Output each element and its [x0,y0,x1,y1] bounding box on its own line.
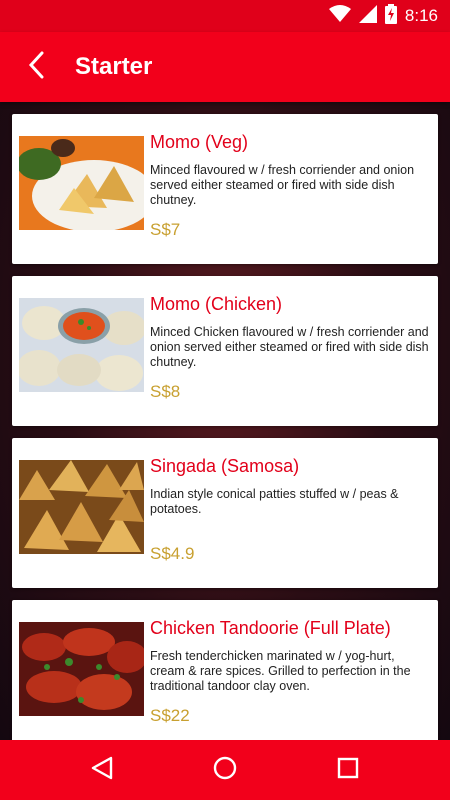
status-bar: 8:16 [0,0,450,32]
page-title: Starter [75,53,153,80]
status-time: 8:16 [404,6,438,25]
menu-item-card[interactable]: Momo (Veg) Minced flavoured w / fresh co… [12,114,438,264]
menu-list[interactable]: Momo (Veg) Minced flavoured w / fresh co… [0,102,450,740]
item-title: Singada (Samosa) [150,456,300,476]
momo-veg-image [19,136,144,230]
item-description: Indian style conical patties stuffed w /… [150,487,399,516]
item-title: Momo (Veg) [150,132,249,152]
item-description: Minced flavoured w / fresh corriender an… [150,163,415,207]
menu-item-card[interactable]: Singada (Samosa) Indian style conical pa… [12,438,438,588]
triangle-back-icon [91,756,113,785]
square-recents-icon [337,757,359,784]
battery-charging-icon [384,3,397,29]
item-description: Minced Chicken flavoured w / fresh corri… [150,325,429,369]
samosa-image [19,460,144,554]
chicken-tandoorie-image [19,622,144,716]
item-description: Fresh tenderchicken marinated w / yog-hu… [150,649,411,693]
back-button[interactable] [0,32,72,102]
status-icons: 8:16 [328,3,438,29]
back-arrow-icon [27,51,45,84]
app-bar: Starter [0,32,450,102]
item-title: Momo (Chicken) [150,294,283,314]
menu-item-card[interactable]: Momo (Chicken) Minced Chicken flavoured … [12,276,438,426]
menu-item-card[interactable]: Chicken Tandoorie (Full Plate) Fresh ten… [12,600,438,740]
nav-recents-button[interactable] [318,740,378,800]
wifi-icon [328,4,351,28]
item-price: S$8 [150,382,181,401]
nav-home-button[interactable] [195,740,255,800]
system-nav-bar [0,740,450,800]
item-title: Chicken Tandoorie (Full Plate) [150,618,391,638]
item-price: S$22 [150,706,190,725]
nav-back-button[interactable] [72,740,132,800]
circle-home-icon [213,756,237,785]
item-price: S$7 [150,220,181,239]
item-price: S$4.9 [150,544,195,563]
cell-signal-icon [358,4,377,28]
momo-chicken-image [19,298,144,392]
